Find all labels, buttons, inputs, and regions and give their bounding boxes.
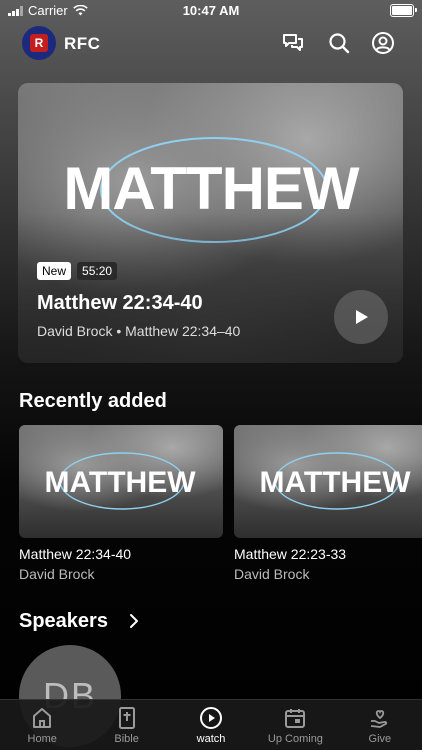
featured-sermon-card[interactable]: MATTHEW New 55:20 Matthew 22:34-40 David… (18, 83, 403, 363)
tab-label: watch (196, 733, 226, 745)
recent-item[interactable]: MATTHEW Matthew 22:23-33 David Brock (234, 425, 422, 582)
chat-icon[interactable] (281, 31, 305, 55)
recent-item-speaker: David Brock (19, 566, 95, 582)
thumbnail-text: MATTHEW (44, 466, 196, 499)
church-logo[interactable]: R (22, 26, 56, 60)
status-bar: Carrier 10:47 AM (0, 0, 422, 22)
recent-thumbnail: MATTHEW (19, 425, 223, 538)
recently-added-heading: Recently added (19, 390, 167, 412)
thumbnail-text: MATTHEW (259, 466, 411, 499)
recent-item-speaker: David Brock (234, 566, 310, 582)
tab-give[interactable]: Give (338, 700, 422, 750)
hero-gradient (18, 213, 403, 363)
search-icon[interactable] (327, 31, 351, 55)
recent-item-title: Matthew 22:23-33 (234, 546, 347, 562)
thumbnail-artwork: MATTHEW (259, 452, 411, 510)
brand-name: RFC (64, 34, 101, 53)
bible-icon (118, 707, 135, 729)
recent-item[interactable]: MATTHEW Matthew 22:34-40 David Brock (19, 425, 223, 582)
heart-hand-icon (370, 710, 387, 728)
tab-label: Bible (114, 733, 139, 745)
chevron-right-icon[interactable] (128, 613, 140, 629)
recent-thumbnail: MATTHEW (234, 425, 422, 538)
tab-home[interactable]: Home (0, 700, 84, 750)
home-icon (33, 708, 52, 728)
battery-icon (390, 4, 417, 17)
tab-label: Home (27, 733, 57, 745)
tab-upcoming[interactable]: Up Coming (253, 700, 337, 750)
tab-label: Give (368, 733, 392, 745)
hero-title: Matthew 22:34-40 (37, 292, 203, 314)
tab-watch[interactable]: watch (169, 700, 253, 750)
tab-bible[interactable]: Bible (84, 700, 168, 750)
thumbnail-artwork: MATTHEW (44, 452, 196, 510)
recent-item-title: Matthew 22:34-40 (19, 546, 132, 562)
app-header: R RFC (0, 26, 422, 62)
calendar-icon (285, 709, 306, 728)
status-time: 10:47 AM (182, 3, 240, 18)
play-icon (356, 310, 368, 324)
speakers-heading[interactable]: Speakers (19, 610, 108, 633)
artwork-title: MATTHEW (63, 155, 360, 222)
badges: New 55:20 (37, 262, 118, 280)
play-circle-icon (200, 707, 223, 729)
hero-subtitle: David Brock • Matthew 22:34–40 (37, 323, 241, 339)
tab-bar: Home Bible watch Up Coming Give (0, 699, 422, 750)
tab-label: Up Coming (267, 733, 323, 745)
play-button[interactable] (334, 290, 388, 344)
profile-icon[interactable] (371, 31, 395, 55)
new-badge: New (37, 262, 72, 280)
duration-badge: 55:20 (77, 262, 118, 280)
logo-letter: R (30, 34, 48, 52)
